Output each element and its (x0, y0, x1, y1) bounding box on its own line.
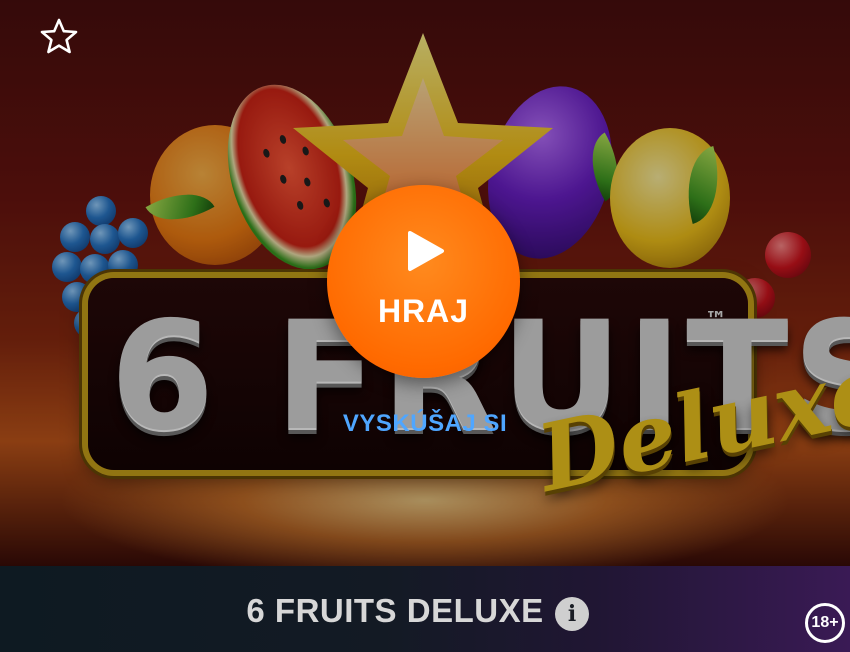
play-triangle-icon (408, 231, 444, 271)
age-restriction-badge: 18+ (805, 603, 845, 643)
play-button[interactable]: HRAJ (327, 185, 520, 378)
play-button-label: HRAJ (377, 293, 470, 329)
age-badge-label: 18+ (811, 614, 839, 631)
info-icon: i (567, 601, 577, 627)
favorite-button[interactable] (38, 16, 80, 56)
star-outline-icon (40, 18, 78, 54)
game-title: 6 FRUITS DELUXE (246, 592, 544, 629)
info-button[interactable]: i (555, 597, 589, 631)
game-footer: 6 FRUITS DELUXE i (0, 566, 850, 652)
game-tile[interactable]: 6 FRUITS ™ Deluxe HRAJ VYSKÚŠAJ SI 6 FRU… (0, 0, 850, 652)
demo-play-link[interactable]: VYSKÚŠAJ SI (300, 410, 550, 438)
